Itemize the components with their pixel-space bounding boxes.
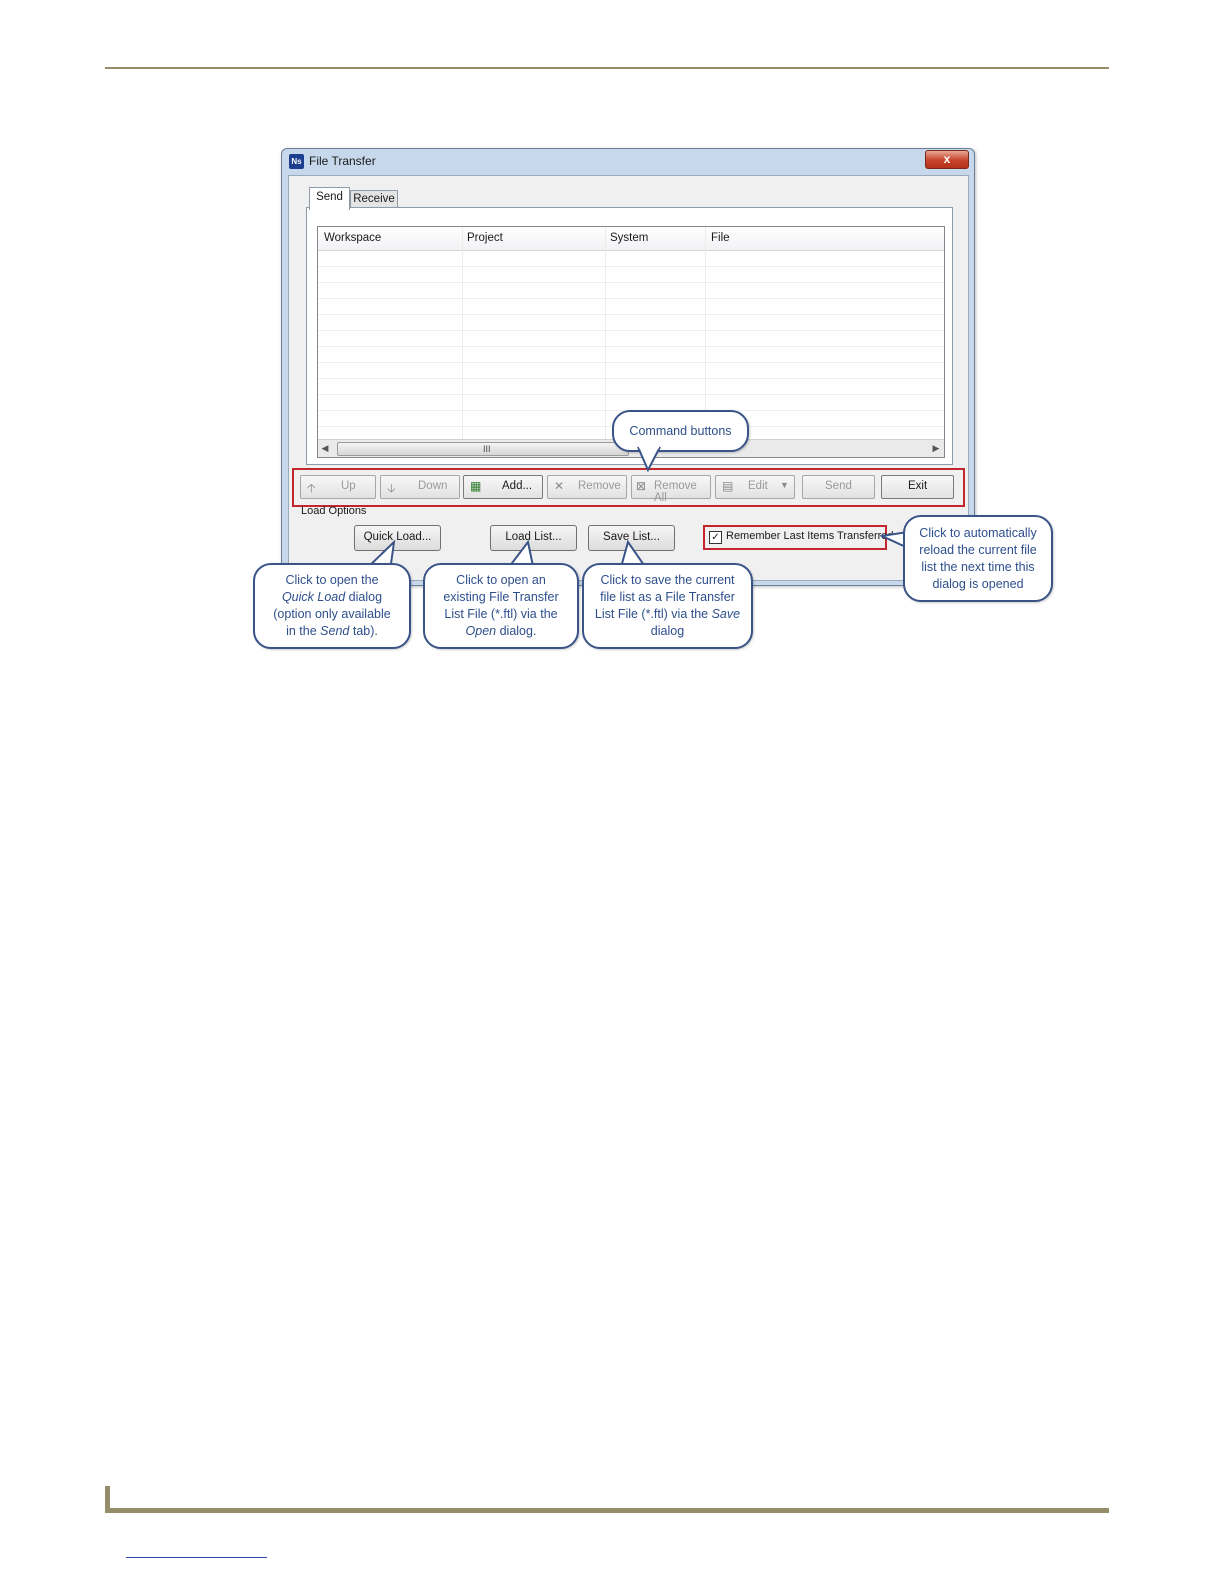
remove-all-button[interactable]: ⊠ Remove All [631, 475, 711, 504]
down-button-label: Down [418, 480, 448, 492]
callout-text-line: List File (*.ftl) via the [594, 607, 712, 621]
column-header-project[interactable]: Project [467, 232, 503, 244]
remove-x-icon: ✕ [554, 479, 565, 493]
callout-text-emphasis: Open [465, 624, 497, 638]
callout-text-line: tab). [349, 624, 378, 638]
remember-items-label: Remember Last Items Transferred [726, 530, 894, 542]
app-logo-icon: Ns [289, 154, 304, 169]
remove-button[interactable]: ✕ Remove [547, 475, 627, 499]
callout-text-line: (option only available [273, 607, 391, 621]
send-button[interactable]: Send [802, 475, 875, 499]
callout-command-buttons: Command buttons [612, 410, 749, 452]
arrow-up-icon: 🡡 [307, 481, 316, 495]
grid-row-line [318, 378, 944, 379]
grid-row-line [318, 282, 944, 283]
column-header-file[interactable]: File [711, 232, 730, 244]
callout-command-buttons-text: Command buttons [629, 423, 732, 438]
callout-text-emphasis: Quick Load [281, 590, 346, 604]
remember-items-checkbox[interactable]: ✓ [709, 531, 722, 544]
callout-text-line: dialog. [496, 624, 537, 638]
arrow-down-icon: 🡣 [387, 481, 396, 495]
column-divider [705, 227, 706, 439]
edit-document-icon: ▤ [722, 479, 734, 493]
add-button-label: Add... [502, 480, 533, 492]
scrollbar-thumb[interactable]: III [337, 442, 629, 456]
add-file-icon: ▦ [470, 479, 482, 493]
callout-text-line: Click to open the [285, 573, 379, 587]
callout-text-line: Click to save the current [600, 573, 735, 587]
remove-all-button-label: Remove All [654, 480, 697, 504]
footer-link-underline [126, 1557, 267, 1558]
callout-text-line: dialog [345, 590, 383, 604]
column-divider [605, 227, 606, 439]
callout-text-line: Click to automatically [919, 525, 1037, 540]
add-button[interactable]: ▦ Add... [463, 475, 543, 499]
grid-row-line [318, 298, 944, 299]
exit-button-label: Exit [908, 480, 928, 492]
callout-load-list: Click to open an existing File Transfer … [423, 563, 579, 649]
callout-command-buttons-pointer [637, 446, 661, 472]
edit-button-label: Edit [748, 480, 768, 492]
title-bar: Ns File Transfer x [282, 149, 974, 175]
grid-row-line [318, 346, 944, 347]
callout-text-line: dialog [650, 624, 685, 638]
send-button-label: Send [825, 480, 852, 492]
page-header-rule [105, 67, 1109, 69]
column-header-system[interactable]: System [610, 232, 648, 244]
page-footer-corner [105, 1486, 110, 1513]
down-button[interactable]: 🡣 Down [380, 475, 460, 499]
grid-row-line [318, 330, 944, 331]
callout-text-line: existing File Transfer [443, 590, 559, 604]
file-transfer-window: Ns File Transfer x Send Receive Workspac… [281, 148, 975, 586]
tab-receive[interactable]: Receive [350, 190, 398, 208]
callout-text-line: Click to open an [456, 573, 546, 587]
scroll-grip-icon: III [483, 444, 491, 454]
grid-row-line [318, 314, 944, 315]
callout-quick-load: Click to open the Quick Load dialog (opt… [253, 563, 411, 649]
callout-remember-items: Click to automatically reload the curren… [903, 515, 1053, 602]
remove-button-label: Remove [578, 480, 621, 492]
callout-text-line: list the next time this [921, 559, 1035, 574]
column-divider [462, 227, 463, 439]
remove-all-icon: ⊠ [636, 479, 647, 493]
callout-text-line: file list as a File Transfer [600, 590, 735, 604]
column-header-workspace[interactable]: Workspace [324, 232, 381, 244]
window-title: File Transfer [309, 154, 376, 168]
load-options-label: Load Options [301, 505, 367, 517]
callout-text-line: dialog is opened [932, 576, 1024, 591]
dialog-client-area: Send Receive Workspace Project System Fi… [288, 175, 969, 581]
scroll-left-arrow-icon[interactable]: ◀ [318, 440, 332, 457]
tab-send[interactable]: Send [309, 187, 350, 210]
close-button[interactable]: x [925, 150, 969, 169]
callout-text-emphasis: Send [320, 624, 350, 638]
grid-row-line [318, 362, 944, 363]
up-button-label: Up [341, 480, 356, 492]
edit-button[interactable]: ▤ Edit ▼ [715, 475, 795, 499]
up-button[interactable]: 🡡 Up [300, 475, 376, 499]
scroll-right-arrow-icon[interactable]: ▶ [929, 440, 943, 457]
page-footer-rule [105, 1508, 1109, 1513]
remember-items-checkbox-row[interactable]: ✓ Remember Last Items Transferred [703, 525, 894, 550]
callout-text-emphasis: Save [711, 607, 741, 621]
dropdown-arrow-icon[interactable]: ▼ [780, 480, 789, 490]
callout-text-line: in the [286, 624, 321, 638]
exit-button[interactable]: Exit [881, 475, 954, 499]
grid-header: Workspace Project System File [318, 227, 944, 251]
callout-text-line: List File (*.ftl) via the [444, 607, 558, 621]
grid-row-line [318, 266, 944, 267]
callout-save-list: Click to save the current file list as a… [582, 563, 753, 649]
grid-row-line [318, 394, 944, 395]
callout-text-line: reload the current file [919, 542, 1037, 557]
